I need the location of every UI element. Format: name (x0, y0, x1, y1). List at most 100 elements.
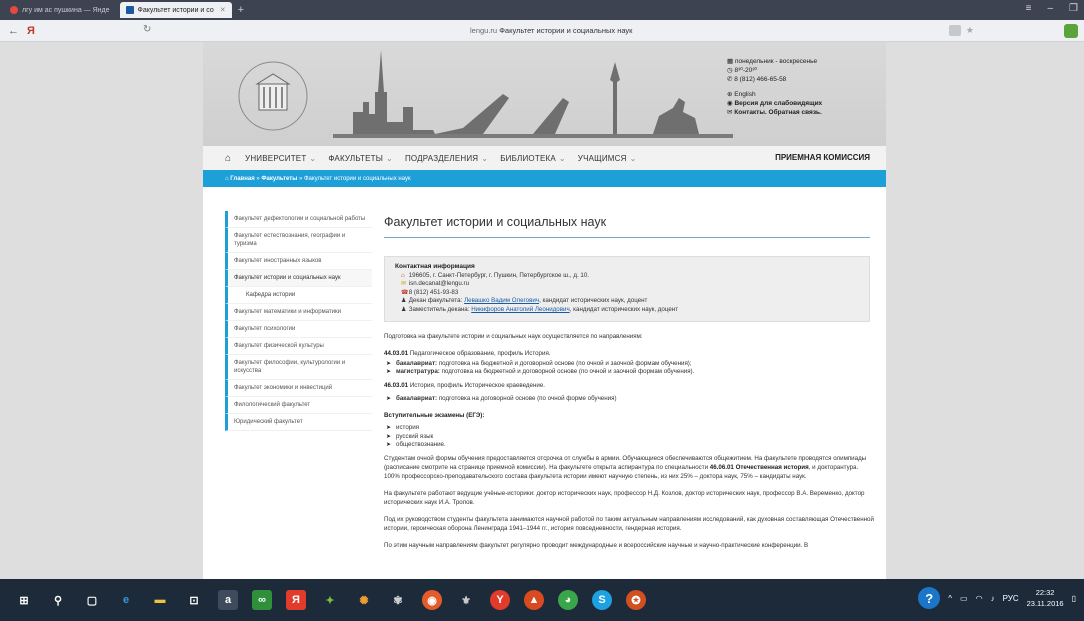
clock-time: 22:32 (1035, 588, 1055, 597)
contacts-link[interactable]: ✉ Контакты. Обратная связь. (727, 108, 822, 117)
address-bar: ← Я ↻ lengu.ru Факультет истории и социа… (0, 20, 1084, 42)
yandex-browser-icon[interactable]: Я (286, 590, 306, 610)
yandex-logo-icon[interactable]: Я (27, 25, 35, 37)
windows-start-icon[interactable]: ⊞ (14, 590, 34, 610)
sidebar-item-defectology[interactable]: Факультет дефектологии и социальной рабо… (225, 211, 372, 228)
maximize-icon[interactable]: ❐ (1069, 3, 1078, 14)
phone-text: 8 (812) 451-93-83 (408, 288, 459, 296)
url-field[interactable]: lengu.ru Факультет истории и социальных … (470, 26, 632, 35)
direction-2-list: бакалавриат: подготовка на договорной ос… (384, 395, 874, 404)
back-arrow-icon[interactable]: ← (8, 25, 19, 37)
deputy-label: Заместитель декана: (408, 305, 470, 313)
intro-text: Подготовка на факультете истории и социа… (384, 332, 643, 340)
email-text[interactable]: isn.decanat@lengu.ru (409, 280, 469, 287)
store-icon[interactable]: ⊡ (184, 590, 204, 610)
browser-tab-current[interactable]: Факультет истории и со ✕ (119, 2, 232, 18)
person-icon: ♟ (401, 297, 407, 305)
yandex-icon[interactable]: Y (490, 590, 510, 610)
app-icon[interactable]: ✺ (354, 590, 374, 610)
reload-icon[interactable]: ↻ (143, 24, 151, 35)
address-text: 196605, г. Санкт-Петербург, г. Пушкин, П… (408, 271, 589, 279)
browser-tab-search[interactable]: лгу им ас пушкина — Янде (4, 2, 116, 18)
edge-icon[interactable]: e (116, 590, 136, 610)
clock[interactable]: 22:32 23.11.2016 (1027, 587, 1064, 609)
site-favicon-icon (125, 6, 134, 14)
volume-icon[interactable]: ♪ (991, 594, 995, 603)
extension-icon[interactable] (1064, 24, 1078, 38)
deputy-link[interactable]: Никифоров Анатолий Леонидович (471, 306, 570, 313)
list-item: русский язык (384, 433, 874, 442)
list-item: история (384, 424, 874, 433)
reader-icon[interactable] (948, 25, 961, 36)
breadcrumb: ⌂ Главная » Факультеты » Факультет истор… (203, 170, 886, 187)
app-icon[interactable]: ◕ (558, 590, 578, 610)
app-icon[interactable]: ⚜ (456, 590, 476, 610)
firefox-icon[interactable]: ◉ (422, 590, 442, 610)
accessible-text: Версия для слабовидящих (734, 100, 823, 107)
menu-item-departments[interactable]: ПОДРАЗДЕЛЕНИЯ ⌄ (405, 154, 488, 163)
minimize-icon[interactable]: – (1047, 3, 1053, 14)
app-icon[interactable]: ✪ (626, 590, 646, 610)
breadcrumb-home[interactable]: Главная (230, 176, 254, 182)
sidebar-item-history-department[interactable]: Кафедра истории (225, 287, 372, 304)
person-icon: ♟ (401, 305, 407, 313)
browser-tab-bar: лгу им ас пушкина — Янде Факультет истор… (0, 0, 1084, 20)
notifications-icon[interactable]: ▯ (1072, 594, 1076, 603)
menu-item-students[interactable]: УЧАЩИМСЯ ⌄ (578, 154, 637, 163)
hours-text: понедельник - воскресенье (734, 58, 818, 65)
sidebar-item-economics[interactable]: Факультет экономики и инвестиций (225, 380, 372, 397)
search-icon[interactable]: ⚲ (48, 590, 68, 610)
battery-icon[interactable]: ▭ (960, 594, 968, 603)
task-view-icon[interactable]: ▢ (82, 590, 102, 610)
skype-icon[interactable]: S (592, 590, 612, 610)
sidebar-item-philology[interactable]: Филологический факультет (225, 397, 372, 414)
chevron-up-icon[interactable]: ^ (948, 594, 952, 603)
sidebar-item-psychology[interactable]: Факультет психологии (225, 321, 372, 338)
window-controls: ≡ – ❐ (1026, 3, 1078, 14)
page-viewport: ▦ понедельник - воскресенье ◷ 8³⁰-20³⁰ ✆… (0, 42, 1084, 579)
sidebar-item-law[interactable]: Юридический факультет (225, 414, 372, 431)
sidebar-item-physical-culture[interactable]: Факультет физической культуры (225, 338, 372, 355)
new-tab-button[interactable]: + (238, 4, 244, 16)
phone-text: 8 (812) 466-65-58 (734, 76, 787, 83)
english-link[interactable]: ⊕ English (727, 90, 822, 99)
taskbar: ⊞ ⚲ ▢ e ▬ ⊡ a ∞ Я ✦ ✺ ✾ ◉ ⚜ Y ▲ ◕ S ✪ ? … (0, 579, 1084, 621)
bookmark-star-icon[interactable]: ★ (966, 25, 974, 36)
menu-item-university[interactable]: УНИВЕРСИТЕТ ⌄ (245, 154, 316, 163)
menu-item-library[interactable]: БИБЛИОТЕКА ⌄ (500, 154, 566, 163)
wifi-icon[interactable]: ◠ (976, 594, 983, 603)
sidebar-item-foreign-languages[interactable]: Факультет иностранных языков (225, 253, 372, 270)
contact-heading: Контактная информация (395, 263, 475, 270)
university-logo-icon (238, 61, 308, 131)
menu-item-faculties[interactable]: ФАКУЛЬТЕТЫ ⌄ (328, 154, 393, 163)
help-icon[interactable]: ? (918, 587, 941, 609)
menu-label: УНИВЕРСИТЕТ (245, 153, 307, 163)
app-icon[interactable]: ✾ (388, 590, 408, 610)
exams-list: история русский язык обществознание. (384, 424, 874, 450)
close-tab-icon[interactable]: ✕ (220, 6, 226, 14)
phone-line: ✆ 8 (812) 466-65-58 (727, 76, 787, 83)
email-row: ✉ isn.decanat@lengu.ru (395, 280, 859, 289)
breadcrumb-faculties[interactable]: Факультеты (261, 176, 297, 182)
amazon-icon[interactable]: a (218, 590, 238, 610)
admission-link[interactable]: ПРИЕМНАЯ КОМИССИЯ (775, 153, 870, 162)
tripadvisor-icon[interactable]: ∞ (252, 590, 272, 610)
tab-label: лгу им ас пушкина — Янде (22, 6, 110, 14)
direction-1: 44.03.01 Педагогическое образование, про… (384, 349, 874, 358)
system-tray: ? ^ ▭ ◠ ♪ РУС 22:32 23.11.2016 ▯ (918, 587, 1076, 609)
sidebar-item-natural-science[interactable]: Факультет естествознания, географии и ту… (225, 228, 372, 253)
home-icon[interactable]: ⌂ (225, 153, 231, 164)
app-icon[interactable]: ▲ (524, 590, 544, 610)
sidebar-item-history[interactable]: Факультет истории и социальных наук (225, 270, 372, 287)
file-explorer-icon[interactable]: ▬ (150, 590, 170, 610)
language-indicator[interactable]: РУС (1003, 594, 1019, 603)
sidebar-item-math[interactable]: Факультет математики и информатики (225, 304, 372, 321)
accessible-link[interactable]: ◉ Версия для слабовидящих (727, 99, 822, 108)
url-host: lengu.ru (470, 26, 498, 35)
dean-link[interactable]: Левашко Вадим Олегович (464, 297, 539, 304)
sidebar-item-philosophy[interactable]: Факультет философии, культурологии и иск… (225, 355, 372, 380)
menu-icon[interactable]: ≡ (1026, 3, 1032, 14)
list-item: обществознание. (384, 441, 874, 450)
contact-info-box: Контактная информация ⌂ 196605, г. Санкт… (384, 256, 870, 322)
app-icon[interactable]: ✦ (320, 590, 340, 610)
